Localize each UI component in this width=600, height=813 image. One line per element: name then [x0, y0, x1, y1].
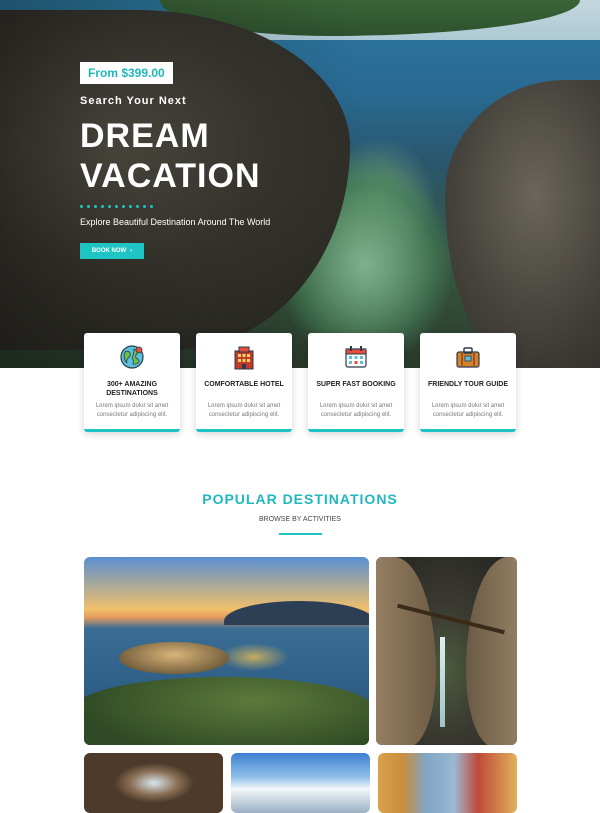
price-badge: From $399.00 — [80, 62, 173, 84]
hero-title: DREAM VACATION — [80, 116, 261, 196]
hero-title-line2: VACATION — [80, 157, 261, 195]
destination-photo-snow-mountains[interactable] — [231, 753, 370, 813]
feature-description: Lorem ipsum dolor sit amet consectetur a… — [207, 403, 281, 418]
feature-description: Lorem ipsum dolor sit amet consectetur a… — [431, 403, 505, 418]
hero-subtitle: Search Your Next — [80, 95, 187, 107]
feature-description: Lorem ipsum dolor sit amet consectetur a… — [95, 403, 169, 418]
book-now-button[interactable]: BOOK NOW › — [80, 243, 144, 259]
hero-title-line1: DREAM — [80, 117, 210, 155]
feature-title: 300+ AMAZING DESTINATIONS — [106, 381, 158, 397]
feature-description: Lorem ipsum dolor sit amet consectetur a… — [319, 403, 393, 418]
feature-cards: 300+ AMAZING DESTINATIONS Lorem ipsum do… — [84, 333, 516, 432]
section-title: POPULAR DESTINATIONS — [202, 491, 398, 507]
destination-photo-canyon-waterfall[interactable] — [376, 557, 517, 745]
feature-card-hotel[interactable]: COMFORTABLE HOTEL Lorem ipsum dolor sit … — [196, 333, 292, 432]
destination-photo-coastal-town[interactable] — [84, 557, 369, 745]
section-underline — [279, 533, 322, 535]
hotel-icon — [234, 346, 254, 370]
feature-card-booking[interactable]: SUPER FAST BOOKING Lorem ipsum dolor sit… — [308, 333, 404, 432]
destination-photo-canal-city[interactable] — [378, 753, 517, 813]
feature-title: FRIENDLY TOUR GUIDE — [428, 381, 508, 388]
feature-card-destinations[interactable]: 300+ AMAZING DESTINATIONS Lorem ipsum do… — [84, 333, 180, 432]
destination-photo-rock-arch[interactable] — [84, 753, 223, 813]
feature-title: COMFORTABLE HOTEL — [204, 381, 284, 388]
chevron-right-icon: › — [130, 248, 133, 254]
section-subtitle: BROWSE BY ACTIVITIES — [259, 516, 341, 523]
suitcase-icon — [456, 347, 480, 368]
feature-card-guide[interactable]: FRIENDLY TOUR GUIDE Lorem ipsum dolor si… — [420, 333, 516, 432]
hero-banner: From $399.00 Search Your Next DREAM VACA… — [0, 0, 600, 368]
calendar-icon — [345, 346, 367, 368]
feature-title: SUPER FAST BOOKING — [316, 381, 396, 388]
globe-icon — [120, 345, 144, 369]
hero-description: Explore Beautiful Destination Around The… — [80, 217, 271, 227]
dotted-divider — [80, 205, 153, 208]
book-now-label: BOOK NOW — [91, 248, 127, 254]
